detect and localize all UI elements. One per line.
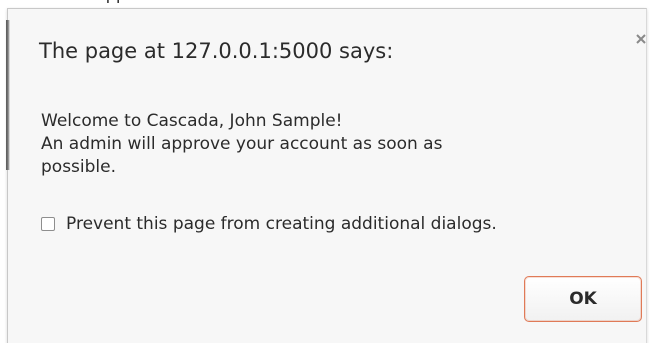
prevent-dialogs-option[interactable]: Prevent this page from creating addition… [41,212,497,236]
close-icon-glyph [636,34,646,44]
message-line: Welcome to Cascada, John Sample! [41,111,343,131]
browser-page: approved The page at 127.0.0.1:5000 says… [0,0,657,343]
message-line: possible. [41,157,117,177]
ok-button[interactable]: OK [524,276,642,322]
dialog-message: Welcome to Cascada, John Sample! An admi… [41,110,641,179]
background-page-text: approved [96,0,206,3]
window-edge-shadow [6,20,10,170]
alert-dialog: The page at 127.0.0.1:5000 says: Welcome… [7,8,647,343]
prevent-dialogs-checkbox[interactable] [41,217,55,231]
prevent-dialogs-label: Prevent this page from creating addition… [66,214,497,234]
close-icon[interactable] [633,31,649,47]
message-line: An admin will approve your account as so… [41,134,443,154]
dialog-title: The page at 127.0.0.1:5000 says: [39,39,394,63]
